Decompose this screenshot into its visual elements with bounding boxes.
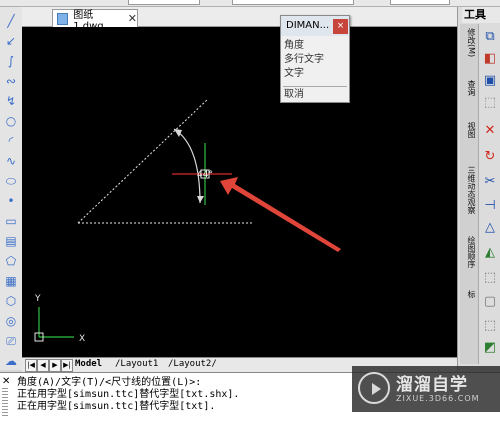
hatch-icon[interactable]: ▤ bbox=[3, 233, 19, 249]
ucs-x-label: X bbox=[79, 334, 85, 344]
command-line-1: 角度(A)/文字(T)/<尺寸线的位置(L)>: bbox=[17, 377, 202, 388]
drawing-svg: 44° Y X bbox=[34, 98, 341, 344]
menu-item-text[interactable]: 文字 bbox=[283, 68, 346, 80]
offset-icon[interactable]: ▣ bbox=[481, 71, 499, 89]
point-icon[interactable]: • bbox=[3, 193, 19, 209]
tab-layout1[interactable]: /Layout1 bbox=[115, 358, 158, 371]
top-combo-3[interactable] bbox=[390, 0, 450, 5]
document-tab[interactable]: 图纸1.dwg ✕ bbox=[52, 9, 138, 32]
pointer-arrow bbox=[220, 177, 341, 252]
tab-layout2-label: Layout2 bbox=[173, 359, 212, 369]
popup-title-bar: DIMAN... × bbox=[281, 16, 349, 36]
vtab-3d-orbit[interactable]: 三维动态观察 bbox=[462, 166, 476, 228]
ellipse-icon[interactable]: ⬭ bbox=[3, 173, 19, 189]
next-tab-icon[interactable]: ▶ bbox=[49, 359, 61, 372]
tool-panel-header: 工具 bbox=[462, 7, 500, 23]
angle-line-left bbox=[77, 98, 209, 224]
dimension-arc bbox=[173, 128, 201, 204]
tab-model[interactable]: Model bbox=[75, 358, 102, 371]
copy-icon[interactable]: ⧉ bbox=[481, 27, 499, 45]
spline-icon[interactable]: ∿ bbox=[3, 153, 19, 169]
trim-icon[interactable]: ✂ bbox=[481, 172, 499, 190]
vtab-view[interactable]: 视图 bbox=[462, 122, 476, 146]
mirror-icon[interactable]: ◧ bbox=[481, 49, 499, 67]
watermark-title: 溜溜自学 bbox=[396, 375, 468, 395]
fillet-icon[interactable]: ◩ bbox=[481, 338, 499, 356]
first-tab-icon[interactable]: |◀ bbox=[25, 359, 37, 372]
last-tab-icon[interactable]: ▶| bbox=[61, 359, 73, 372]
menu-item-angle[interactable]: 角度 bbox=[283, 40, 346, 52]
drawing-canvas[interactable]: 44° Y X bbox=[22, 27, 457, 357]
donut-icon[interactable]: ◎ bbox=[3, 313, 19, 329]
rectangle-icon[interactable]: ↯ bbox=[3, 93, 19, 109]
block-icon[interactable]: ▭ bbox=[3, 213, 19, 229]
polygon-icon[interactable]: ∾ bbox=[3, 73, 19, 89]
close-icon[interactable]: ✕ bbox=[128, 12, 137, 25]
popup-title: DIMAN... bbox=[286, 20, 330, 31]
popup-close-button[interactable]: × bbox=[333, 19, 348, 34]
menu-item-cancel[interactable]: 取消 bbox=[283, 89, 346, 101]
polyline-icon[interactable]: ∫ bbox=[3, 53, 19, 69]
menu-separator bbox=[283, 86, 347, 87]
menu-item-mtext[interactable]: 多行文字 bbox=[283, 54, 346, 66]
circle-icon[interactable]: ○ bbox=[3, 113, 19, 129]
boundary-icon[interactable]: ⬡ bbox=[3, 293, 19, 309]
chamfer-icon[interactable]: ⬚ bbox=[481, 316, 499, 334]
command-line-2: 正在用字型[simsun.ttc]替代字型[txt.shx]. bbox=[17, 389, 240, 400]
prev-tab-icon[interactable]: ◀ bbox=[37, 359, 49, 372]
vtab-draw-order[interactable]: 绘图顺序 bbox=[462, 236, 476, 276]
extend-icon[interactable]: ⊣ bbox=[481, 196, 499, 214]
construction-line-icon[interactable]: ↙ bbox=[3, 33, 19, 49]
document-tab-bar: 图纸1.dwg ✕ bbox=[22, 7, 457, 32]
command-grip-handle[interactable] bbox=[2, 388, 8, 418]
draw-toolbar: ╱ ↙ ∫ ∾ ↯ ○ ◜ ∿ ⬭ • ▭ ▤ ⬠ ▦ ⬡ ◎ ⎚ ☁ bbox=[0, 7, 23, 370]
region-icon[interactable]: ⬠ bbox=[3, 253, 19, 269]
watermark-subtitle: ZIXUE.3D66.COM bbox=[396, 394, 480, 403]
table-icon[interactable]: ▦ bbox=[3, 273, 19, 289]
top-combo-2[interactable] bbox=[232, 0, 354, 5]
top-combo-1[interactable] bbox=[128, 0, 200, 5]
tab-layout2[interactable]: /Layout2/ bbox=[168, 358, 217, 371]
tab-layout1-label: Layout1 bbox=[120, 359, 159, 369]
dimension-arrowhead-bottom bbox=[197, 196, 204, 203]
command-line-3: 正在用字型[simsun.ttc]替代字型[txt]. bbox=[17, 401, 216, 412]
play-logo-icon bbox=[358, 372, 390, 404]
vtab-inquiry[interactable]: 查询 bbox=[462, 80, 476, 104]
ucs-y-label: Y bbox=[34, 294, 41, 304]
dimension-popup-menu: DIMAN... × 角度 多行文字 文字 取消 bbox=[280, 15, 350, 103]
vtab-dimension[interactable]: 标 bbox=[462, 290, 476, 304]
erase-icon[interactable]: ✕ bbox=[481, 121, 499, 139]
triangle-tool-icon[interactable]: △ bbox=[481, 218, 499, 236]
watermark: 溜溜自学 ZIXUE.3D66.COM bbox=[352, 366, 500, 412]
mtext-icon[interactable]: ⎚ bbox=[3, 333, 19, 349]
array-icon[interactable]: ⬚ bbox=[481, 93, 499, 111]
line-icon[interactable]: ╱ bbox=[3, 13, 19, 29]
break-icon[interactable]: ▢ bbox=[481, 292, 499, 310]
drawing-file-icon bbox=[57, 12, 69, 25]
stretch-icon[interactable]: ⬚ bbox=[481, 268, 499, 286]
dimension-angle-text: 44° bbox=[197, 170, 213, 180]
revision-cloud-icon[interactable]: ☁ bbox=[3, 353, 19, 369]
dimension-arrowhead-top bbox=[174, 129, 182, 137]
rotate-icon[interactable]: ↻ bbox=[481, 147, 499, 165]
command-close-icon[interactable]: ✕ bbox=[2, 376, 10, 387]
vtab-modify[interactable]: 修改(M) bbox=[462, 28, 476, 68]
arc-icon[interactable]: ◜ bbox=[3, 133, 19, 149]
scale-icon[interactable]: ◭ bbox=[481, 243, 499, 261]
